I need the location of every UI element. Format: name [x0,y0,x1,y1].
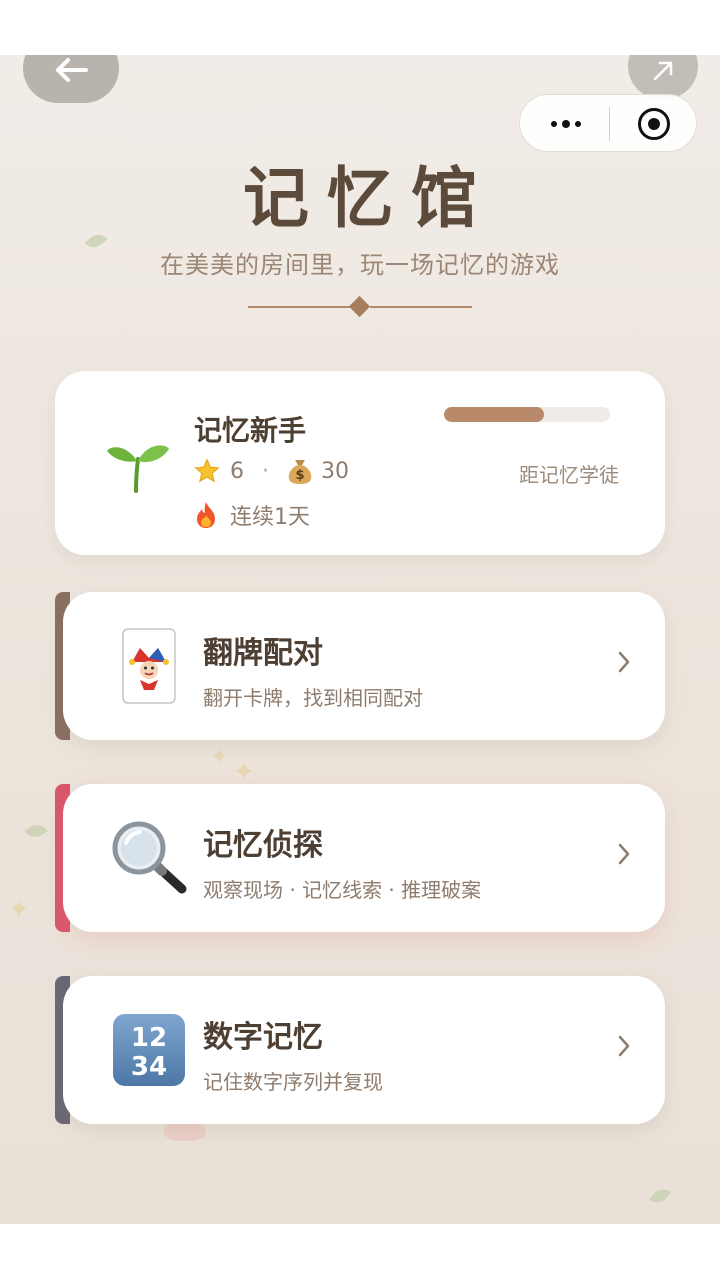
close-miniprogram-button[interactable] [638,108,670,140]
stats-row: 6 · $ 30 [194,457,349,485]
game-description: 翻开卡牌，找到相同配对 [203,686,423,710]
game-card-body[interactable]: 12 34 数字记忆 记住数字序列并复现 [63,976,665,1124]
leaf-decoration [648,1184,672,1208]
star-count: 6 [230,458,244,484]
page-subtitle: 在美美的房间里，玩一场记忆的游戏 [160,251,560,279]
sparkle-decoration: ✦ [210,745,229,770]
svg-text:$: $ [295,468,304,483]
game-card-body[interactable]: 翻牌配对 翻开卡牌，找到相同配对 [63,592,665,740]
level-name: 记忆新手 [194,414,307,447]
system-bottom-bar [0,1224,720,1280]
chevron-right-icon [618,843,630,865]
number-icon-row1: 12 [131,1023,167,1053]
diamond-icon [348,295,371,318]
streak-row: 连续1天 [194,499,310,531]
magnifier-icon [107,816,191,900]
leaf-decoration [24,820,48,842]
back-button[interactable] [23,55,119,103]
dot-icon [575,121,581,127]
level-progress-fill [444,407,544,422]
sparkle-decoration: ✦ [8,895,30,925]
money-bag-icon: $ [288,460,312,484]
level-progress-bar [444,407,610,422]
title-ornament [248,295,472,319]
dot-icon [562,120,570,128]
game-card-memory-detective[interactable]: 记忆侦探 观察现场 · 记忆线索 · 推理破案 [55,784,665,932]
arrow-up-right-icon [653,61,673,81]
chevron-right-icon [618,651,630,673]
capsule-divider [609,107,610,141]
memory-hall-page: ✦ ✦ ✦ 记忆馆 在美美的房间里，玩一场记忆的游戏 记忆新手 6 · $ 30… [0,55,720,1224]
numbers-1234-icon: 12 34 [107,1008,191,1092]
chevron-right-icon [618,1035,630,1057]
game-description: 记住数字序列并复现 [203,1070,383,1094]
dot-icon [551,121,557,127]
game-title: 数字记忆 [203,1020,323,1055]
game-description: 观察现场 · 记忆线索 · 推理破案 [203,878,482,902]
game-title: 记忆侦探 [203,828,323,863]
player-profile-card[interactable]: 记忆新手 6 · $ 30 连续1天 距记忆学徒 [55,371,665,555]
fire-icon [197,502,215,528]
stat-separator: · [262,458,269,484]
game-card-number-memory[interactable]: 12 34 数字记忆 记住数字序列并复现 [55,976,665,1124]
sprout-icon [107,445,169,493]
flower-decoration [164,1121,206,1141]
coin-count: 30 [321,458,349,484]
streak-label: 连续1天 [230,505,310,530]
share-button[interactable] [628,55,698,99]
next-level-label: 距记忆学徒 [519,463,619,487]
game-title: 翻牌配对 [203,636,323,671]
page-title: 记忆馆 [243,160,495,237]
arrow-left-icon [56,58,88,82]
game-card-flip-match[interactable]: 翻牌配对 翻开卡牌，找到相同配对 [55,592,665,740]
number-icon-row2: 34 [131,1052,167,1082]
system-status-bar [0,0,720,55]
more-menu-button[interactable] [546,109,586,139]
miniprogram-capsule [519,94,697,152]
joker-card-icon [107,624,191,708]
star-icon [194,458,220,483]
game-card-body[interactable]: 记忆侦探 观察现场 · 记忆线索 · 推理破案 [63,784,665,932]
